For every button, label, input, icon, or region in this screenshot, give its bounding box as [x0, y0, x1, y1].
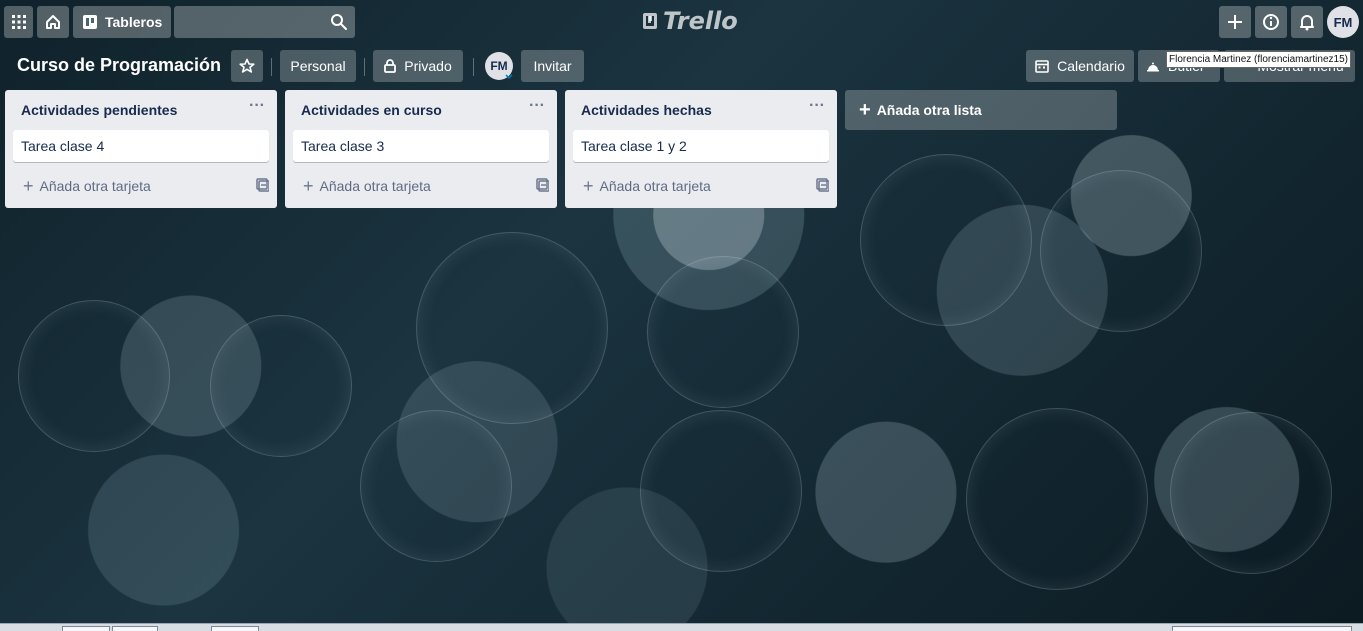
background-jellyfish	[640, 410, 802, 572]
boards-icon	[83, 15, 97, 29]
visibility-button[interactable]: Privado	[373, 50, 463, 82]
calendar-icon	[1035, 60, 1049, 73]
apps-button[interactable]	[4, 6, 33, 38]
card[interactable]: Tarea clase 4	[13, 130, 269, 162]
board-header: Curso de Programación Personal Privado F…	[0, 44, 1363, 88]
background-jellyfish	[966, 408, 1148, 590]
list-actividades-en-curso[interactable]: Actividades en curso ··· Tarea clase 3 +…	[285, 90, 557, 208]
background-jellyfish	[416, 232, 608, 424]
create-button[interactable]	[1219, 6, 1251, 38]
list-menu-icon[interactable]: ···	[809, 96, 825, 116]
trello-logo-text: Trello	[663, 7, 738, 35]
background-jellyfish	[860, 154, 1032, 326]
information-button[interactable]	[1255, 6, 1287, 38]
search-icon	[331, 14, 347, 30]
list-title[interactable]: Actividades pendientes	[21, 102, 177, 118]
card-title: Tarea clase 3	[301, 138, 385, 154]
add-card-label: Añada otra tarjeta	[599, 178, 711, 194]
personal-team-label: Personal	[290, 58, 346, 74]
trello-logo-icon	[643, 13, 657, 29]
list-actividades-hechas[interactable]: Actividades hechas ··· Tarea clase 1 y 2…	[565, 90, 837, 208]
list-menu-icon[interactable]: ···	[529, 96, 545, 116]
notifications-button[interactable]	[1291, 6, 1323, 38]
lock-icon	[384, 59, 397, 73]
card-template-icon[interactable]	[255, 178, 269, 192]
home-icon	[46, 15, 60, 29]
add-list-label: Añada otra lista	[876, 102, 982, 118]
star-icon	[239, 58, 255, 73]
background-jellyfish	[18, 300, 170, 452]
plus-icon: +	[583, 176, 594, 196]
boards-button[interactable]: Tableros	[73, 6, 171, 38]
board-member-avatar[interactable]: FM	[485, 52, 513, 80]
taskbar-tab[interactable]	[211, 626, 259, 631]
taskbar-tab[interactable]	[1172, 626, 1352, 631]
plus-icon: +	[23, 176, 34, 196]
card-title: Tarea clase 4	[21, 138, 105, 154]
user-tooltip-text: Florencia Martinez (florenciamartinez15)	[1169, 54, 1348, 65]
list-title[interactable]: Actividades en curso	[301, 102, 442, 118]
header-divider	[271, 58, 272, 76]
board-title[interactable]: Curso de Programación	[17, 55, 221, 76]
board-member-initials: FM	[490, 59, 508, 73]
home-button[interactable]	[37, 6, 69, 38]
card[interactable]: Tarea clase 1 y 2	[573, 130, 829, 162]
add-card-label: Añada otra tarjeta	[39, 178, 151, 194]
background-jellyfish	[360, 410, 512, 562]
card-template-icon[interactable]	[535, 178, 549, 192]
invite-label: Invitar	[533, 58, 572, 74]
list-actividades-pendientes[interactable]: Actividades pendientes ··· Tarea clase 4…	[5, 90, 277, 208]
top-navigation-bar: Tableros Trello FM	[0, 0, 1363, 44]
user-tooltip: Florencia Martinez (florenciamartinez15)	[1166, 51, 1351, 68]
plus-icon	[1228, 15, 1242, 29]
visibility-label: Privado	[404, 58, 452, 74]
add-card-button[interactable]: + Añada otra tarjeta	[573, 172, 787, 200]
background-jellyfish	[1170, 412, 1332, 574]
taskbar-tab[interactable]	[62, 626, 110, 631]
taskbar-tab[interactable]	[112, 626, 158, 631]
card-template-icon[interactable]	[815, 178, 829, 192]
card-title: Tarea clase 1 y 2	[581, 138, 687, 154]
calendar-button[interactable]: Calendario	[1026, 50, 1134, 82]
header-divider	[364, 58, 365, 76]
list-title[interactable]: Actividades hechas	[581, 102, 712, 118]
personal-team-button[interactable]: Personal	[280, 50, 356, 82]
list-menu-icon[interactable]: ···	[249, 96, 265, 116]
search-input[interactable]	[174, 6, 355, 38]
user-avatar-initials: FM	[1333, 14, 1353, 30]
add-card-button[interactable]: + Añada otra tarjeta	[13, 172, 227, 200]
add-card-label: Añada otra tarjeta	[319, 178, 431, 194]
info-icon	[1263, 14, 1279, 30]
plus-icon: +	[859, 99, 871, 121]
trello-logo[interactable]: Trello	[643, 7, 738, 35]
user-avatar[interactable]: FM	[1327, 6, 1359, 38]
background-jellyfish	[210, 315, 352, 457]
boards-label: Tableros	[105, 14, 163, 30]
plus-icon: +	[303, 176, 314, 196]
background-jellyfish	[647, 256, 799, 408]
butler-icon	[1147, 62, 1159, 72]
calendar-label: Calendario	[1057, 58, 1125, 74]
star-board-button[interactable]	[231, 50, 263, 82]
background-jellyfish	[1040, 170, 1202, 332]
card[interactable]: Tarea clase 3	[293, 130, 549, 162]
admin-chevron-icon	[505, 74, 513, 80]
add-list-button[interactable]: + Añada otra lista	[845, 90, 1117, 130]
header-divider	[473, 58, 474, 76]
bell-icon	[1300, 14, 1314, 30]
apps-grid-icon	[11, 15, 26, 29]
add-card-button[interactable]: + Añada otra tarjeta	[293, 172, 507, 200]
bottom-taskbar	[0, 623, 1363, 631]
invite-button[interactable]: Invitar	[521, 50, 584, 82]
